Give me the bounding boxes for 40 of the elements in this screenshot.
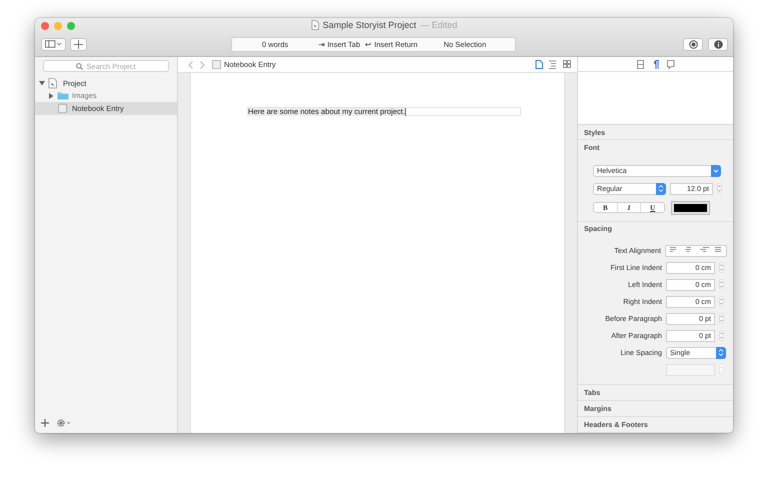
note-icon	[57, 102, 69, 114]
sidebar-icon	[45, 40, 62, 48]
document-icon	[48, 78, 60, 89]
note-icon	[212, 60, 221, 69]
stepper-icon[interactable]	[719, 279, 724, 290]
folder-icon	[57, 90, 69, 102]
document-icon	[310, 20, 319, 30]
info-icon	[714, 40, 722, 48]
comment-icon[interactable]	[666, 60, 674, 69]
alignment-control[interactable]	[665, 244, 727, 256]
window-title: Sample Storyist Project	[322, 20, 416, 30]
color-well[interactable]	[671, 200, 710, 215]
record-button[interactable]	[683, 38, 703, 50]
add-icon[interactable]	[41, 419, 49, 427]
search-icon	[76, 62, 84, 70]
sidebar-toggle-button[interactable]	[41, 38, 66, 50]
list-icon[interactable]	[549, 60, 557, 69]
columns-icon[interactable]	[636, 60, 644, 69]
record-icon	[688, 40, 698, 48]
gear-icon[interactable]	[57, 419, 71, 427]
stepper-icon[interactable]	[717, 183, 722, 194]
stepper-icon[interactable]	[719, 330, 724, 341]
up-down-arrows-icon	[718, 349, 724, 356]
close-button[interactable]	[41, 22, 49, 30]
zoom-button[interactable]	[67, 22, 75, 30]
plus-icon	[74, 40, 83, 48]
stepper-icon[interactable]	[719, 364, 724, 375]
disclosure-triangle-icon[interactable]	[39, 80, 45, 86]
stepper-icon[interactable]	[719, 296, 724, 307]
edited-label: — Edited	[420, 20, 458, 30]
disclosure-triangle-icon[interactable]	[48, 92, 54, 99]
stepper-icon[interactable]	[719, 313, 724, 324]
chevron-icon	[713, 168, 719, 174]
up-down-arrows-icon	[658, 185, 664, 192]
stepper-icon[interactable]	[719, 262, 724, 273]
add-button[interactable]	[70, 38, 87, 50]
paragraph-icon[interactable]	[652, 60, 660, 69]
info-button[interactable]	[708, 38, 728, 50]
page-icon[interactable]	[535, 60, 543, 69]
grid-icon[interactable]	[563, 60, 571, 69]
